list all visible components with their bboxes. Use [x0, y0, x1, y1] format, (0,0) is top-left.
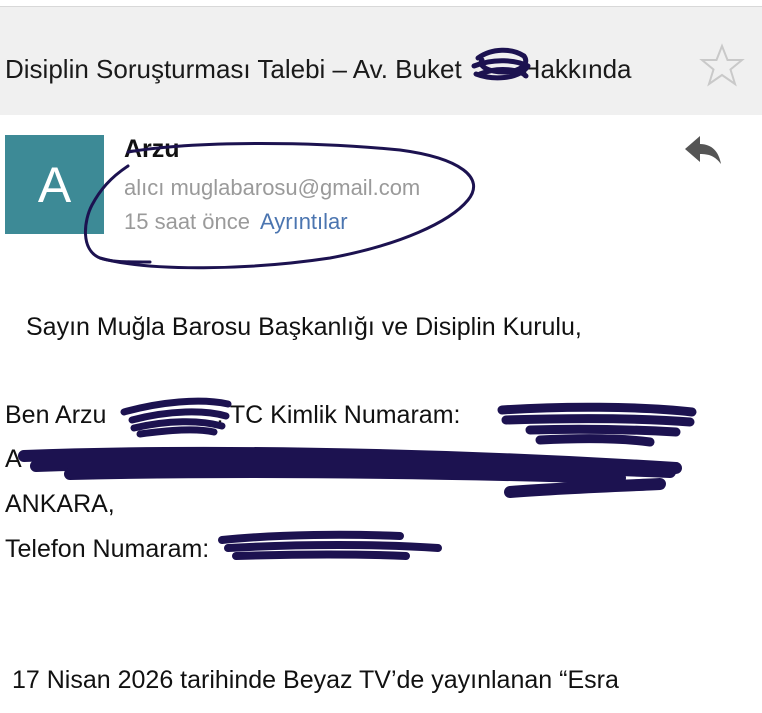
subject-text-end: Hakkında — [521, 54, 632, 84]
details-link[interactable]: Ayrıntılar — [260, 209, 348, 234]
identity-name-start: Ben Arzu — [5, 401, 107, 429]
phone-scribble — [218, 530, 442, 560]
body-line-phone: Telefon Numaram: — [5, 535, 210, 563]
avatar: A — [5, 135, 104, 234]
subject-bar: Disiplin Soruşturması Talebi – Av. Buket… — [0, 7, 762, 115]
body-line-address: A — [5, 445, 22, 473]
sender-name: Arzu — [124, 135, 180, 163]
reply-icon[interactable] — [682, 132, 724, 168]
body-line-identity: Ben Arzu , TC Kimlik Numaram: — [5, 401, 460, 430]
body-line-city: ANKARA, — [5, 490, 115, 518]
recipient-address: muglabarosu@gmail.com — [170, 175, 421, 200]
id-number-scribble — [497, 402, 697, 447]
greeting-line: Sayın Muğla Barosu Başkanlığı ve Disipli… — [26, 313, 582, 341]
address-scribble — [18, 446, 682, 498]
recipient-line: alıcı muglabarosu@gmail.com — [124, 175, 420, 201]
star-icon[interactable] — [699, 43, 745, 89]
received-time: 15 saat önce — [124, 209, 250, 234]
recipient-prefix: alıcı — [124, 175, 165, 200]
subject-text-start: Disiplin Soruşturması Talebi – Av. Buket — [5, 54, 462, 84]
body-paragraph-start: 17 Nisan 2026 tarihinde Beyaz TV’de yayı… — [12, 666, 619, 694]
avatar-letter: A — [37, 156, 72, 213]
time-line: 15 saat önce Ayrıntılar — [124, 209, 348, 235]
identity-id-label: , TC Kimlik Numaram: — [216, 401, 461, 429]
email-subject: Disiplin Soruşturması Talebi – Av. Buket… — [5, 54, 632, 85]
top-divider — [0, 0, 762, 7]
